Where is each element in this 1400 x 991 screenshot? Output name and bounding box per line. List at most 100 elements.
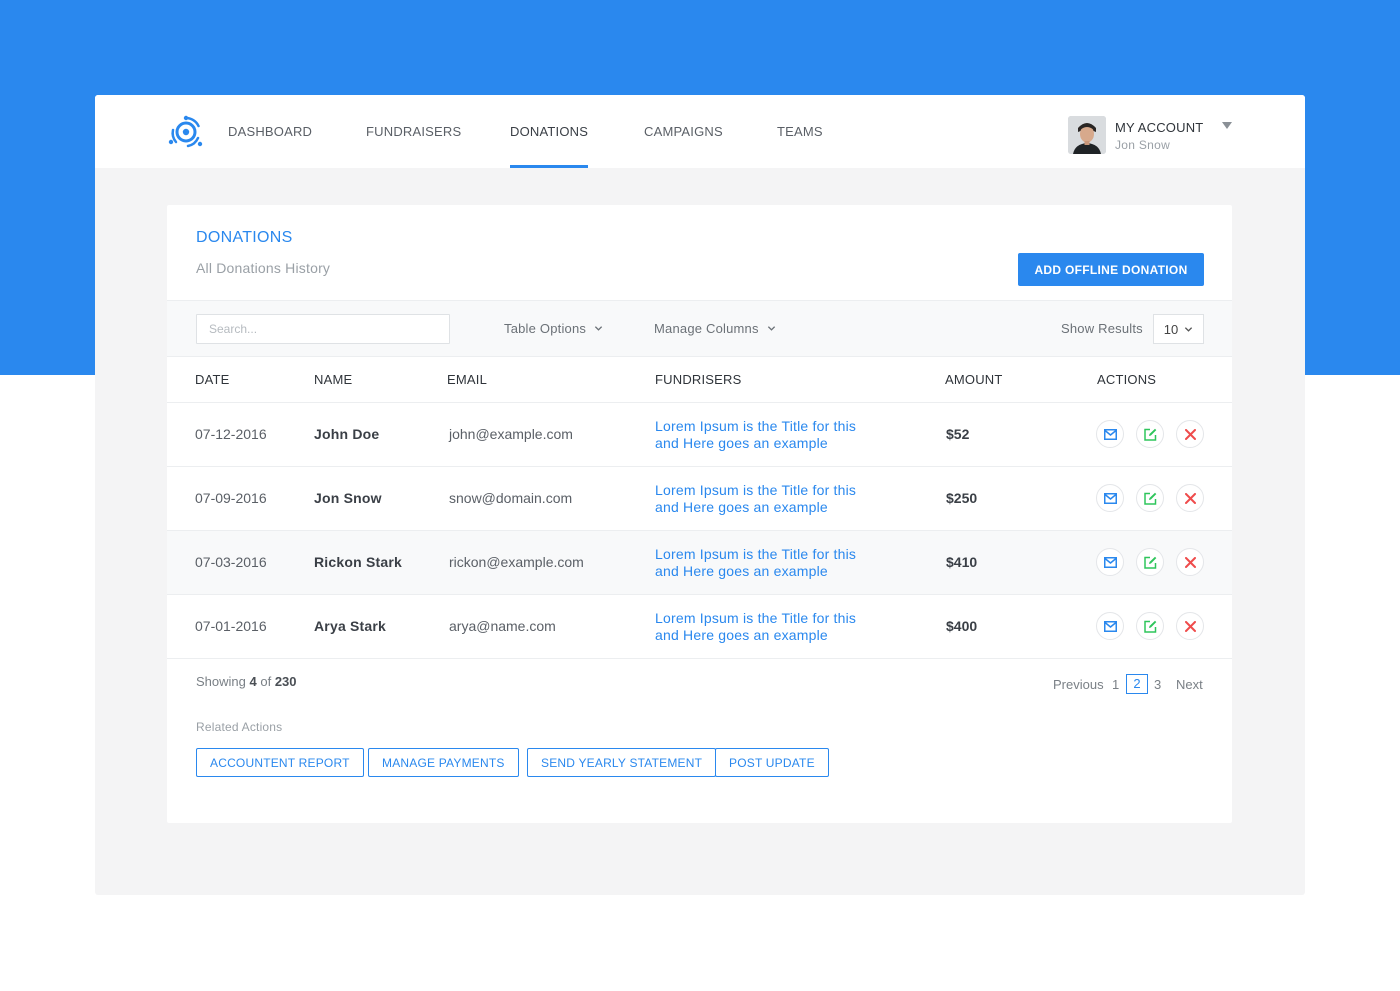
delete-button[interactable] bbox=[1176, 420, 1204, 448]
nav-teams[interactable]: TEAMS bbox=[777, 124, 823, 139]
table-row[interactable]: 07-12-2016 John Doe john@example.com Lor… bbox=[167, 403, 1232, 467]
row-date: 07-03-2016 bbox=[195, 554, 267, 570]
manage-columns-dropdown[interactable]: Manage Columns bbox=[654, 321, 776, 336]
row-fundraiser-link[interactable]: Lorem Ipsum is the Title for this and He… bbox=[655, 610, 885, 644]
edit-button[interactable] bbox=[1136, 612, 1164, 640]
showing-total: 230 bbox=[274, 674, 297, 689]
delete-button[interactable] bbox=[1176, 484, 1204, 512]
row-amount: $52 bbox=[946, 426, 970, 442]
show-results-value: 10 bbox=[1163, 321, 1179, 337]
page-subtitle: All Donations History bbox=[196, 260, 331, 276]
delete-icon bbox=[1184, 556, 1196, 568]
show-results-label: Show Results bbox=[1061, 321, 1143, 336]
row-name: Arya Stark bbox=[314, 618, 387, 634]
manage-columns-label: Manage Columns bbox=[654, 321, 759, 336]
showing-current: 4 bbox=[249, 674, 257, 689]
edit-button[interactable] bbox=[1136, 484, 1164, 512]
column-header-date[interactable]: DATE bbox=[195, 372, 230, 387]
chevron-down-icon bbox=[767, 326, 775, 331]
delete-icon bbox=[1184, 492, 1196, 504]
edit-button[interactable] bbox=[1136, 420, 1164, 448]
row-amount: $250 bbox=[946, 490, 978, 506]
table-options-label: Table Options bbox=[504, 321, 587, 336]
column-header-amount[interactable]: AMOUNT bbox=[945, 372, 1003, 387]
account-user-name: Jon Snow bbox=[1115, 138, 1171, 152]
edit-icon bbox=[1143, 492, 1156, 505]
post-update-button[interactable]: POST UPDATE bbox=[715, 748, 829, 777]
table-options-dropdown[interactable]: Table Options bbox=[504, 321, 603, 336]
mail-icon bbox=[1103, 620, 1117, 632]
nav-campaigns[interactable]: CAMPAIGNS bbox=[644, 124, 723, 139]
delete-button[interactable] bbox=[1176, 612, 1204, 640]
edit-button[interactable] bbox=[1136, 548, 1164, 576]
mail-icon bbox=[1103, 556, 1117, 568]
delete-icon bbox=[1184, 428, 1196, 440]
table-row[interactable]: 07-01-2016 Arya Stark arya@name.com Lore… bbox=[167, 595, 1232, 659]
fundraiser-title-line2: and Here goes an example bbox=[655, 627, 828, 643]
delete-button[interactable] bbox=[1176, 548, 1204, 576]
row-name: Rickon Stark bbox=[314, 554, 402, 570]
edit-icon bbox=[1143, 620, 1156, 633]
row-date: 07-01-2016 bbox=[195, 618, 267, 634]
edit-icon bbox=[1143, 556, 1156, 569]
column-header-actions: ACTIONS bbox=[1097, 372, 1157, 387]
show-results-select[interactable]: 10 bbox=[1153, 314, 1204, 344]
active-tab-indicator bbox=[510, 165, 588, 168]
avatar[interactable] bbox=[1068, 116, 1106, 154]
email-button[interactable] bbox=[1096, 548, 1124, 576]
nav-fundraisers[interactable]: FUNDRAISERS bbox=[366, 124, 461, 139]
send-yearly-statement-button[interactable]: SEND YEARLY STATEMENT bbox=[527, 748, 717, 777]
fundraiser-title-line2: and Here goes an example bbox=[655, 435, 828, 451]
email-button[interactable] bbox=[1096, 484, 1124, 512]
page-title: DONATIONS bbox=[196, 229, 293, 246]
donations-card: DONATIONS All Donations History ADD OFFL… bbox=[167, 205, 1232, 823]
column-header-fundrisers[interactable]: FUNDRISERS bbox=[655, 372, 742, 387]
app-window: DASHBOARD FUNDRAISERS DONATIONS CAMPAIGN… bbox=[95, 95, 1305, 895]
email-button[interactable] bbox=[1096, 420, 1124, 448]
account-title[interactable]: MY ACCOUNT bbox=[1115, 120, 1203, 135]
pagination-page-1[interactable]: 1 bbox=[1112, 677, 1119, 692]
pagination-page-2[interactable]: 2 bbox=[1126, 674, 1148, 694]
table-toolbar: Table Options Manage Columns Show Result… bbox=[167, 300, 1232, 357]
row-fundraiser-link[interactable]: Lorem Ipsum is the Title for this and He… bbox=[655, 482, 885, 516]
column-header-name[interactable]: NAME bbox=[314, 372, 352, 387]
showing-prefix: Showing bbox=[196, 674, 246, 689]
row-email: arya@name.com bbox=[449, 618, 556, 634]
row-fundraiser-link[interactable]: Lorem Ipsum is the Title for this and He… bbox=[655, 418, 885, 452]
showing-of: of bbox=[260, 674, 272, 689]
nav-donations[interactable]: DONATIONS bbox=[510, 124, 588, 139]
row-fundraiser-link[interactable]: Lorem Ipsum is the Title for this and He… bbox=[655, 546, 885, 580]
table-header: DATE NAME EMAIL FUNDRISERS AMOUNT ACTION… bbox=[167, 357, 1232, 403]
row-email: john@example.com bbox=[449, 426, 573, 442]
fundraiser-title-line2: and Here goes an example bbox=[655, 563, 828, 579]
column-header-email[interactable]: EMAIL bbox=[447, 372, 487, 387]
row-date: 07-09-2016 bbox=[195, 490, 267, 506]
fundraiser-title-line1: Lorem Ipsum is the Title for this bbox=[655, 610, 857, 626]
search-input[interactable] bbox=[196, 314, 450, 344]
mail-icon bbox=[1103, 492, 1117, 504]
fundraiser-title-line2: and Here goes an example bbox=[655, 499, 828, 515]
pagination-previous[interactable]: Previous bbox=[1053, 677, 1104, 692]
brand-logo-icon[interactable] bbox=[167, 113, 205, 151]
showing-count: Showing 4 of 230 bbox=[196, 674, 297, 689]
nav-dashboard[interactable]: DASHBOARD bbox=[228, 124, 312, 139]
edit-icon bbox=[1143, 428, 1156, 441]
pagination-page-3[interactable]: 3 bbox=[1154, 677, 1161, 692]
row-name: Jon Snow bbox=[314, 490, 382, 506]
accountent-report-button[interactable]: ACCOUNTENT REPORT bbox=[196, 748, 364, 777]
row-email: rickon@example.com bbox=[449, 554, 584, 570]
manage-payments-button[interactable]: MANAGE PAYMENTS bbox=[368, 748, 519, 777]
account-dropdown-caret-icon[interactable] bbox=[1222, 122, 1232, 129]
row-amount: $410 bbox=[946, 554, 978, 570]
mail-icon bbox=[1103, 428, 1117, 440]
table-row[interactable]: 07-03-2016 Rickon Stark rickon@example.c… bbox=[167, 531, 1232, 595]
fundraiser-title-line1: Lorem Ipsum is the Title for this bbox=[655, 418, 857, 434]
email-button[interactable] bbox=[1096, 612, 1124, 640]
delete-icon bbox=[1184, 620, 1196, 632]
pagination-next[interactable]: Next bbox=[1176, 677, 1203, 692]
fundraiser-title-line1: Lorem Ipsum is the Title for this bbox=[655, 546, 857, 562]
add-offline-donation-button[interactable]: ADD OFFLINE DONATION bbox=[1018, 253, 1204, 286]
table-row[interactable]: 07-09-2016 Jon Snow snow@domain.com Lore… bbox=[167, 467, 1232, 531]
row-amount: $400 bbox=[946, 618, 978, 634]
fundraiser-title-line1: Lorem Ipsum is the Title for this bbox=[655, 482, 857, 498]
